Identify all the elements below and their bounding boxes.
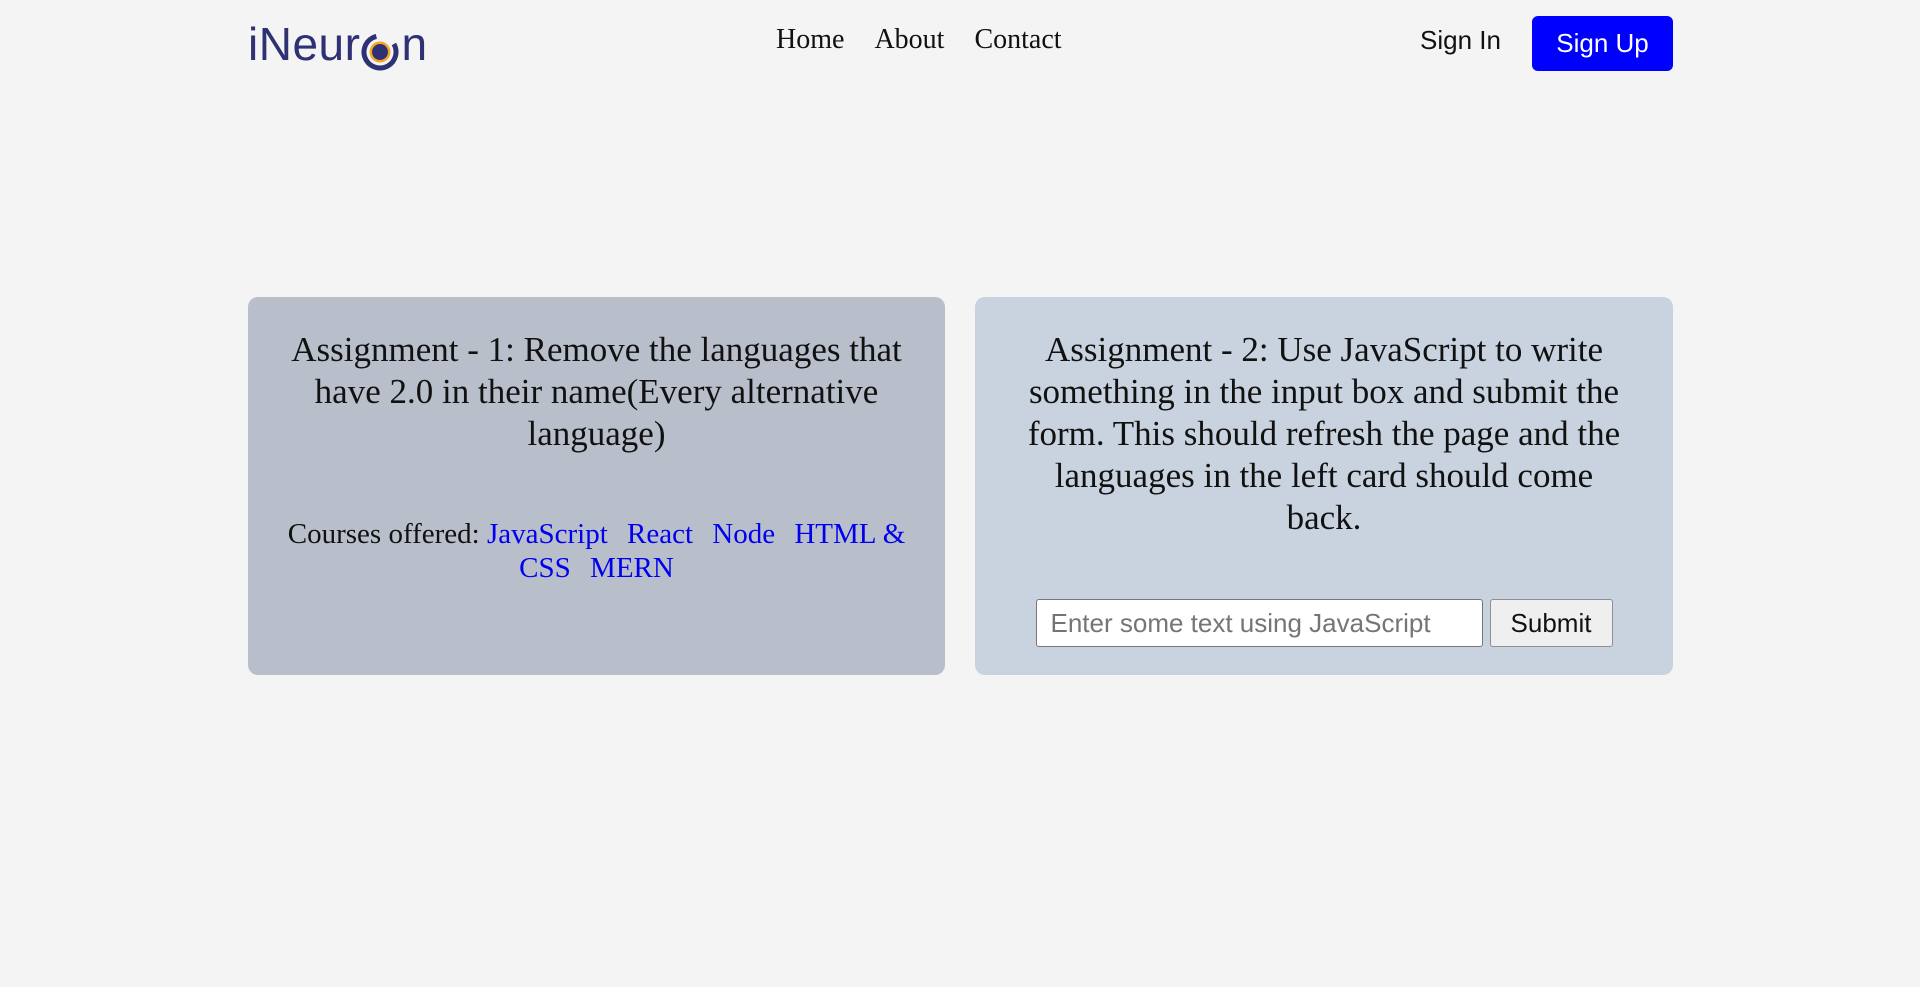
nav-contact-link[interactable]: Contact	[974, 24, 1061, 56]
main-nav: Home About Contact	[776, 24, 1062, 56]
course-link-node[interactable]: Node	[712, 518, 775, 550]
logo-text-start: iNeur	[248, 18, 361, 70]
ineuron-logo[interactable]: iNeur n	[248, 14, 428, 74]
assignment-2-title: Assignment - 2: Use JavaScript to write …	[1027, 330, 1621, 537]
assignment-1-card: Assignment - 1: Remove the languages tha…	[248, 297, 945, 675]
logo-text-end: n	[401, 18, 428, 70]
nav-about-link[interactable]: About	[874, 24, 944, 56]
course-link-javascript[interactable]: JavaScript	[487, 518, 608, 550]
text-form: Submit	[1015, 599, 1633, 647]
sign-in-link[interactable]: Sign In	[1420, 25, 1501, 56]
neuron-o-icon	[361, 28, 399, 71]
submit-button[interactable]: Submit	[1489, 599, 1613, 647]
site-header: iNeur n Home About Contact Sign In Sign …	[0, 0, 1920, 88]
courses-label: Courses offered:	[287, 518, 480, 550]
text-input[interactable]	[1035, 599, 1483, 647]
course-link-react[interactable]: React	[627, 518, 693, 550]
assignment-1-title: Assignment - 1: Remove the languages tha…	[291, 330, 902, 453]
nav-home-link[interactable]: Home	[776, 24, 844, 56]
sign-up-button[interactable]: Sign Up	[1532, 16, 1673, 71]
courses-offered: Courses offered: JavaScript React Node H…	[278, 517, 915, 585]
assignment-2-card: Assignment - 2: Use JavaScript to write …	[975, 297, 1673, 675]
course-link-mern[interactable]: MERN	[590, 552, 674, 584]
